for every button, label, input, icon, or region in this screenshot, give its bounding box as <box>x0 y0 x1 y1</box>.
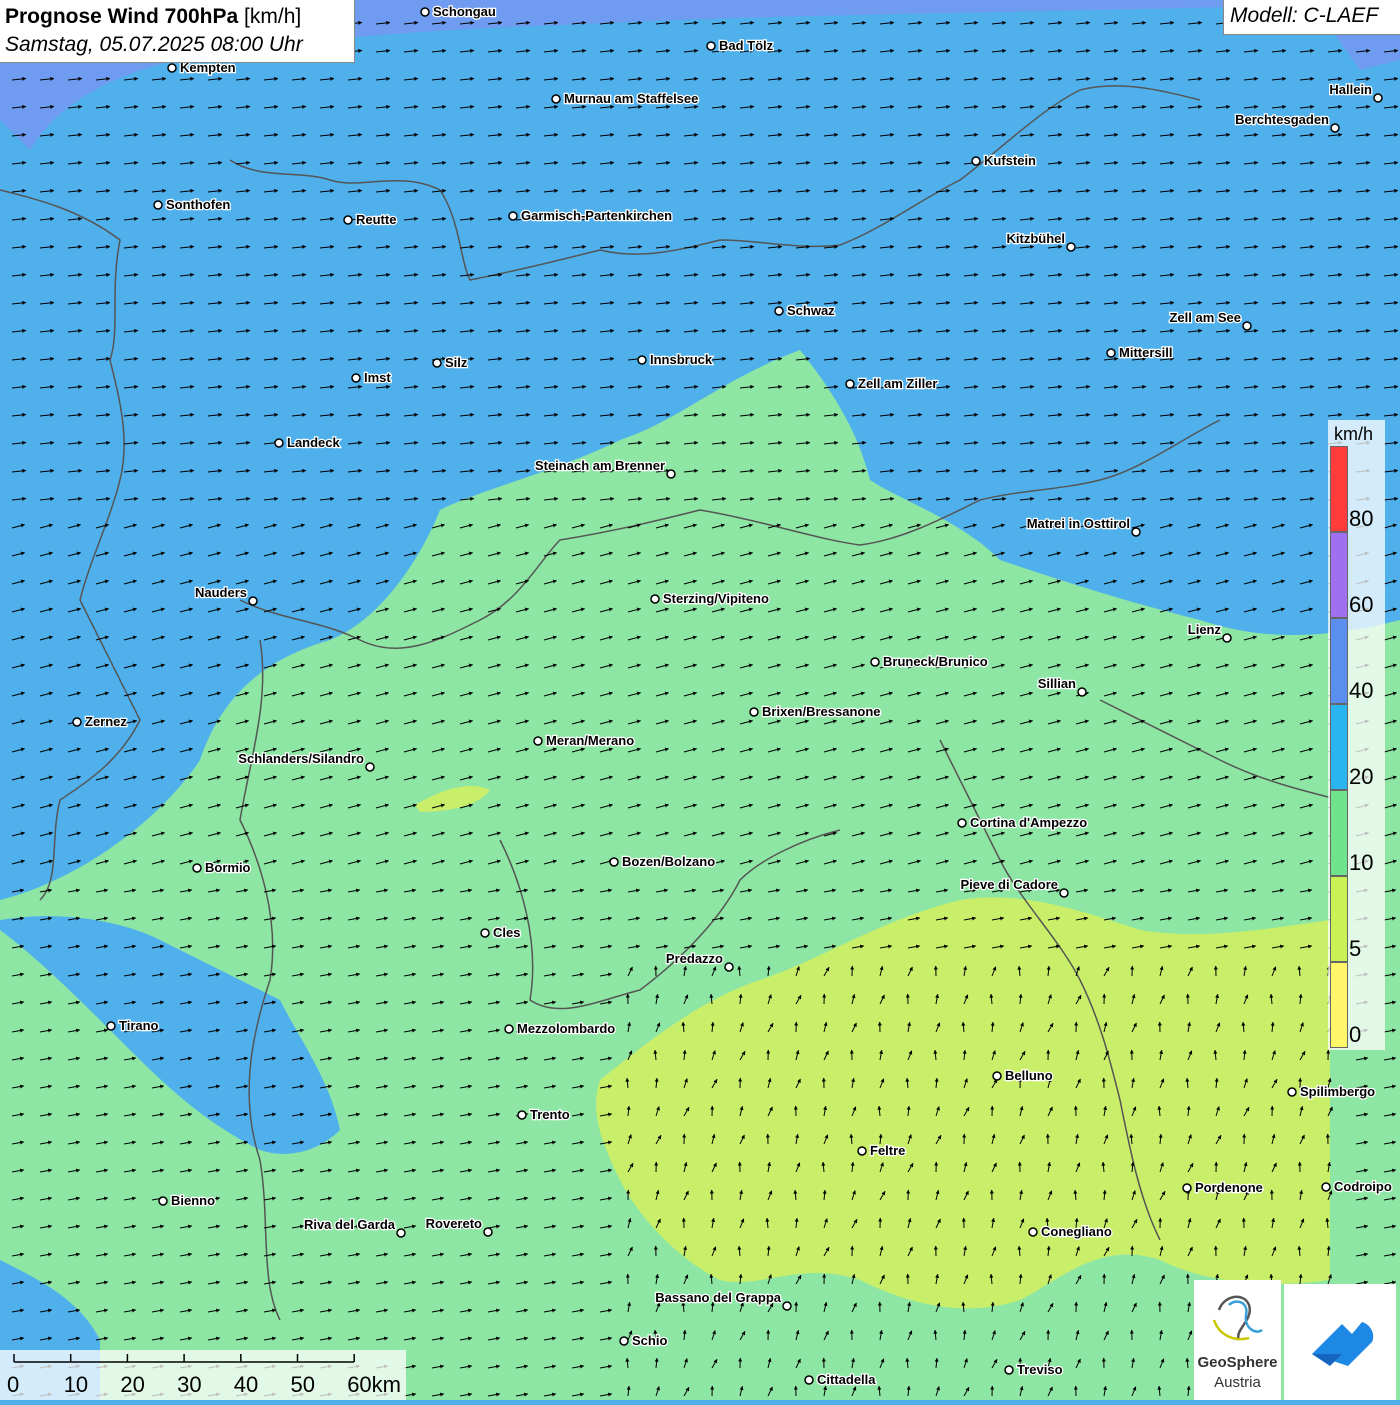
legend-segment <box>1330 446 1348 532</box>
legend-segment <box>1330 704 1348 790</box>
model-box: Modell: C-LAEF <box>1223 0 1400 35</box>
scale-label: 30 <box>177 1372 201 1398</box>
forecast-datetime: Samstag, 05.07.2025 08:00 Uhr <box>5 33 303 57</box>
legend-segment <box>1330 962 1348 1048</box>
scale-label: 40 <box>234 1372 258 1398</box>
geosphere-logo[interactable]: GeoSphere Austria <box>1194 1280 1281 1400</box>
legend-label: 80 <box>1349 506 1373 532</box>
title-main: Prognose Wind 700hPa <box>5 5 238 28</box>
legend-label: 40 <box>1349 678 1373 704</box>
legend-label: 10 <box>1349 850 1373 876</box>
legend-segment <box>1330 790 1348 876</box>
scale-ruler <box>0 1350 406 1380</box>
geosphere-name: GeoSphere <box>1194 1354 1281 1371</box>
geosphere-swirl-icon <box>1194 1280 1281 1354</box>
scale-bar: 0 10 20 30 40 50 60km <box>0 1350 406 1400</box>
map-title: Prognose Wind 700hPa [km/h] <box>5 5 301 29</box>
wind-map[interactable] <box>0 0 1400 1400</box>
title-unit: [km/h] <box>244 5 301 28</box>
title-box: Prognose Wind 700hPa [km/h] Samstag, 05.… <box>0 0 355 63</box>
color-legend: km/h 80 60 40 20 10 5 0 <box>1328 420 1385 1050</box>
cloud-arrow-icon <box>1284 1284 1396 1400</box>
legend-segment <box>1330 876 1348 962</box>
legend-unit: km/h <box>1334 424 1373 445</box>
model-label: Modell: C-LAEF <box>1230 4 1378 28</box>
scale-label: 20 <box>120 1372 144 1398</box>
weather-app-logo[interactable] <box>1284 1284 1396 1400</box>
geosphere-country: Austria <box>1194 1374 1281 1391</box>
scale-label: 50 <box>291 1372 315 1398</box>
legend-label: 60 <box>1349 592 1373 618</box>
scale-label: 10 <box>64 1372 88 1398</box>
legend-segment <box>1330 532 1348 618</box>
legend-color-bar <box>1330 446 1348 1050</box>
legend-segment <box>1330 618 1348 704</box>
legend-label: 5 <box>1349 936 1361 962</box>
legend-label: 20 <box>1349 764 1373 790</box>
legend-label: 0 <box>1349 1022 1361 1048</box>
scale-label: 60km <box>347 1372 401 1398</box>
scale-label: 0 <box>7 1372 19 1398</box>
